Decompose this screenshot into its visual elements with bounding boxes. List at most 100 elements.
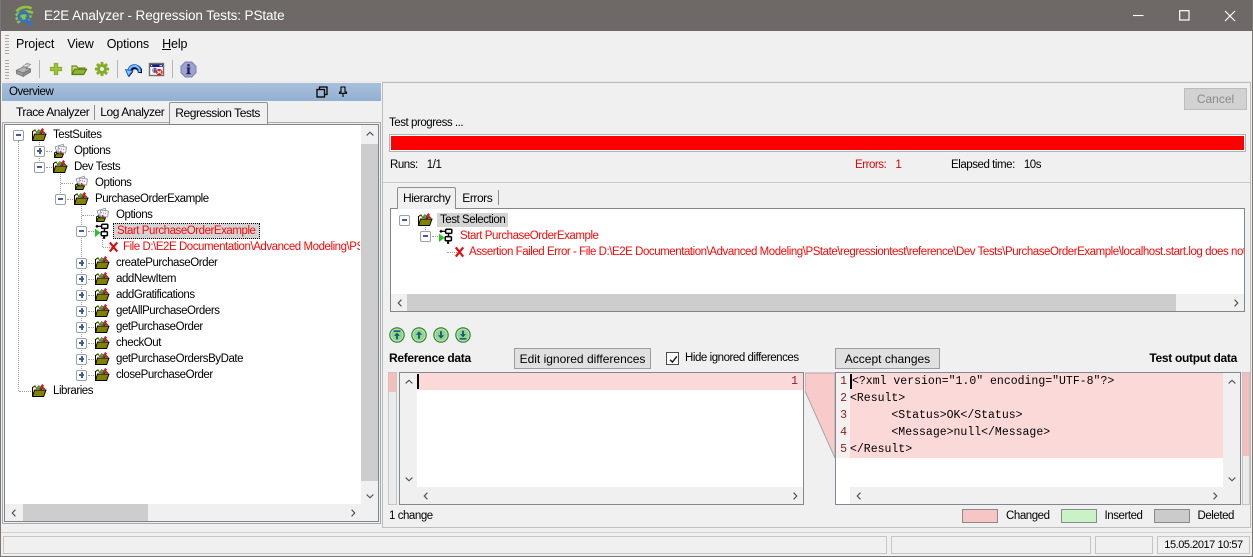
scrollbar-thumb[interactable] [23,504,148,521]
expand-icon[interactable] [76,322,87,333]
tree-label[interactable]: addGratifications [114,288,197,302]
test-output-pane[interactable]: 1 2 3 4 5 <?xml version="1.0" encoding="… [835,372,1241,505]
cancel-button[interactable]: Cancel [1184,88,1247,110]
menu-help[interactable]: Help [156,31,193,57]
tree-row-start-purchaseorderexample[interactable]: Start PurchaseOrderExample [5,223,360,239]
expand-icon[interactable] [76,258,87,269]
accept-changes-button[interactable]: Accept changes [835,348,940,369]
print-button[interactable] [13,59,34,80]
scroll-left-arrow[interactable] [850,487,867,504]
menu-project[interactable]: Project [10,31,60,57]
tree-row-options[interactable]: Options [5,175,360,191]
expand-icon[interactable] [76,306,87,317]
hierarchy-horizontal-scrollbar[interactable] [391,294,1244,311]
hide-ignored-differences-checkbox[interactable] [666,352,679,365]
first-difference-button[interactable] [389,327,405,343]
undo-button[interactable] [123,59,144,80]
menu-view[interactable]: View [61,31,99,57]
output-vertical-scrollbar[interactable] [1223,373,1240,487]
tree-label[interactable]: Assertion Failed Error - File D:\E2E Doc… [467,245,1244,259]
tree-row-file-error[interactable]: File D:\E2E Documentation\Advanced Model… [5,239,360,255]
scroll-left-arrow[interactable] [417,487,434,504]
expand-icon[interactable] [34,146,45,157]
tree-label[interactable]: getAllPurchaseOrders [114,304,222,318]
tree-row-closepurchaseorder[interactable]: closePurchaseOrder [5,367,360,383]
tree-label[interactable]: Options [114,208,154,222]
info-button[interactable] [178,59,199,80]
scroll-right-arrow[interactable] [344,504,361,521]
tree-horizontal-scrollbar[interactable] [5,504,361,521]
scrollbar-thumb[interactable] [361,144,378,481]
toolbar-grip[interactable] [5,60,9,79]
expand-icon[interactable] [76,338,87,349]
tree-label-selected[interactable]: Test Selection [437,213,508,227]
tree-label[interactable]: addNewItem [114,272,178,286]
tree-label[interactable]: Libraries [51,384,95,398]
collapse-icon[interactable] [55,194,66,205]
tab-errors[interactable]: Errors [456,188,498,208]
collapse-icon[interactable] [420,231,431,242]
tree-label[interactable]: TestSuites [51,128,104,142]
tree-vertical-scrollbar[interactable] [361,125,378,504]
tab-regression-tests[interactable]: Regression Tests [169,102,268,124]
tab-hierarchy[interactable]: Hierarchy [397,187,456,209]
tree-label[interactable]: PurchaseOrderExample [93,192,211,206]
tree-row-addgratifications[interactable]: addGratifications [5,287,360,303]
scroll-up-arrow[interactable] [1223,373,1240,390]
tree-label[interactable]: Start PurchaseOrderExample [458,229,601,243]
tree-row-getallpurchaseorders[interactable]: getAllPurchaseOrders [5,303,360,319]
tree-row-options[interactable]: Options [5,143,360,159]
tree-row-createpurchaseorder[interactable]: createPurchaseOrder [5,255,360,271]
xml-code-area[interactable]: <?xml version="1.0" encoding="UTF-8"?> <… [850,373,1223,487]
expand-icon[interactable] [76,274,87,285]
tree-label-selected[interactable]: Start PurchaseOrderExample [113,223,260,239]
new-button[interactable] [45,59,66,80]
scroll-right-arrow[interactable] [786,487,803,504]
scroll-up-arrow[interactable] [361,125,378,142]
tree-row-options[interactable]: Options [5,207,360,223]
tree-row-getpurchaseordersbydate[interactable]: getPurchaseOrdersByDate [5,351,360,367]
tab-trace-analyzer[interactable]: Trace Analyzer [11,102,94,123]
tree-label[interactable]: Options [93,176,133,190]
tree-label[interactable]: createPurchaseOrder [114,256,219,270]
scroll-down-arrow[interactable] [361,487,378,504]
tree-label[interactable]: Options [72,144,112,158]
maximize-button[interactable] [1161,0,1207,31]
reference-vertical-scrollbar[interactable] [400,373,417,487]
tree-label[interactable]: closePurchaseOrder [114,368,215,382]
tree-row-test-selection[interactable]: Test Selection [391,212,1244,228]
next-difference-button[interactable] [433,327,449,343]
edit-ignored-differences-button[interactable]: Edit ignored differences [514,348,651,369]
tree-row-libraries[interactable]: Libraries [5,383,360,399]
expand-icon[interactable] [76,290,87,301]
scroll-right-arrow[interactable] [1227,294,1244,311]
tree-row-addnewitem[interactable]: addNewItem [5,271,360,287]
scroll-left-arrow[interactable] [391,294,408,311]
scroll-down-arrow[interactable] [1223,470,1240,487]
tree-label[interactable]: getPurchaseOrdersByDate [114,352,245,366]
expand-icon[interactable] [76,370,87,381]
tree-row-getpurchaseorder[interactable]: getPurchaseOrder [5,319,360,335]
tree-row-checkout[interactable]: checkOut [5,335,360,351]
left-diff-overview-ruler[interactable] [388,372,397,505]
settings-button[interactable] [91,59,112,80]
tree-row-purchaseorderexample[interactable]: PurchaseOrderExample [5,191,360,207]
minimize-button[interactable] [1115,0,1161,31]
close-info-windows-button[interactable] [146,59,167,80]
scrollbar-thumb[interactable] [407,294,1176,311]
scroll-right-arrow[interactable] [1206,487,1223,504]
tab-log-analyzer[interactable]: Log Analyzer [95,102,169,123]
tree-label[interactable]: checkOut [114,336,163,350]
tree-label[interactable]: File D:\E2E Documentation\Advanced Model… [121,240,360,254]
reference-line-1[interactable]: 1 [417,373,803,390]
close-button[interactable] [1207,0,1253,31]
menu-options[interactable]: Options [101,31,155,57]
open-button[interactable] [68,59,89,80]
collapse-icon[interactable] [399,215,410,226]
tree-row-assertion-error[interactable]: Assertion Failed Error - File D:\E2E Doc… [391,244,1244,260]
tree-row-dev-tests[interactable]: Dev Tests [5,159,360,175]
hide-ignored-differences-label[interactable]: Hide ignored differences [685,352,799,364]
previous-difference-button[interactable] [411,327,427,343]
float-window-icon[interactable] [316,86,328,98]
tree-label[interactable]: getPurchaseOrder [114,320,205,334]
